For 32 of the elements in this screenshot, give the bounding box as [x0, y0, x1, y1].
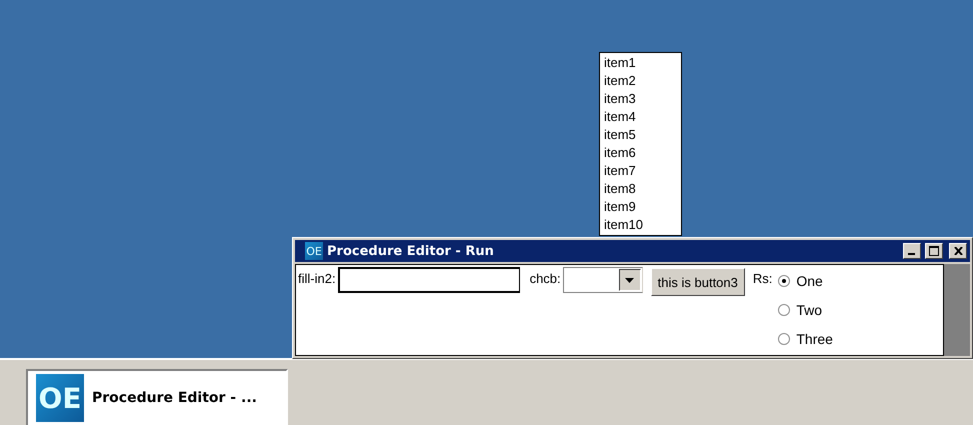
window-title: Procedure Editor - Run — [327, 244, 495, 258]
radio-icon[interactable] — [778, 274, 790, 286]
field-label: fill-in2: — [298, 270, 336, 286]
list-item[interactable]: item10 — [604, 216, 677, 234]
maximize-button[interactable] — [925, 243, 943, 259]
close-icon — [954, 247, 962, 255]
app-logo: OE — [305, 242, 323, 260]
list-item[interactable]: item9 — [604, 198, 677, 216]
radio-option[interactable]: Three — [778, 325, 833, 352]
list-item[interactable]: item7 — [604, 162, 677, 180]
close-button[interactable] — [949, 243, 967, 259]
push-button[interactable]: this is button3 — [650, 268, 745, 296]
taskbar-button[interactable]: OE Procedure Editor - ... — [26, 369, 288, 425]
list-item[interactable]: item3 — [604, 90, 677, 108]
combo-box[interactable] — [562, 267, 643, 293]
radio-icon[interactable] — [778, 304, 790, 316]
radio-icon[interactable] — [778, 332, 790, 344]
list-item[interactable]: item8 — [604, 180, 677, 198]
radio-group-label: Rs: — [752, 270, 772, 286]
radio-option[interactable]: Two — [778, 296, 833, 323]
list-item[interactable]: item1 — [604, 54, 677, 72]
radio-option[interactable]: One — [778, 267, 833, 294]
dropdown-button[interactable] — [618, 269, 641, 291]
list-item[interactable]: item4 — [604, 108, 677, 126]
list-item[interactable]: item6 — [604, 144, 677, 162]
maximize-icon — [929, 246, 939, 256]
list-item[interactable]: item5 — [604, 126, 677, 144]
caret-icon — [625, 278, 634, 282]
field-label: chcb: — [530, 270, 561, 286]
input-field[interactable] — [338, 267, 520, 293]
list-item[interactable]: item2 — [604, 72, 677, 90]
minimize-button[interactable] — [903, 243, 921, 259]
